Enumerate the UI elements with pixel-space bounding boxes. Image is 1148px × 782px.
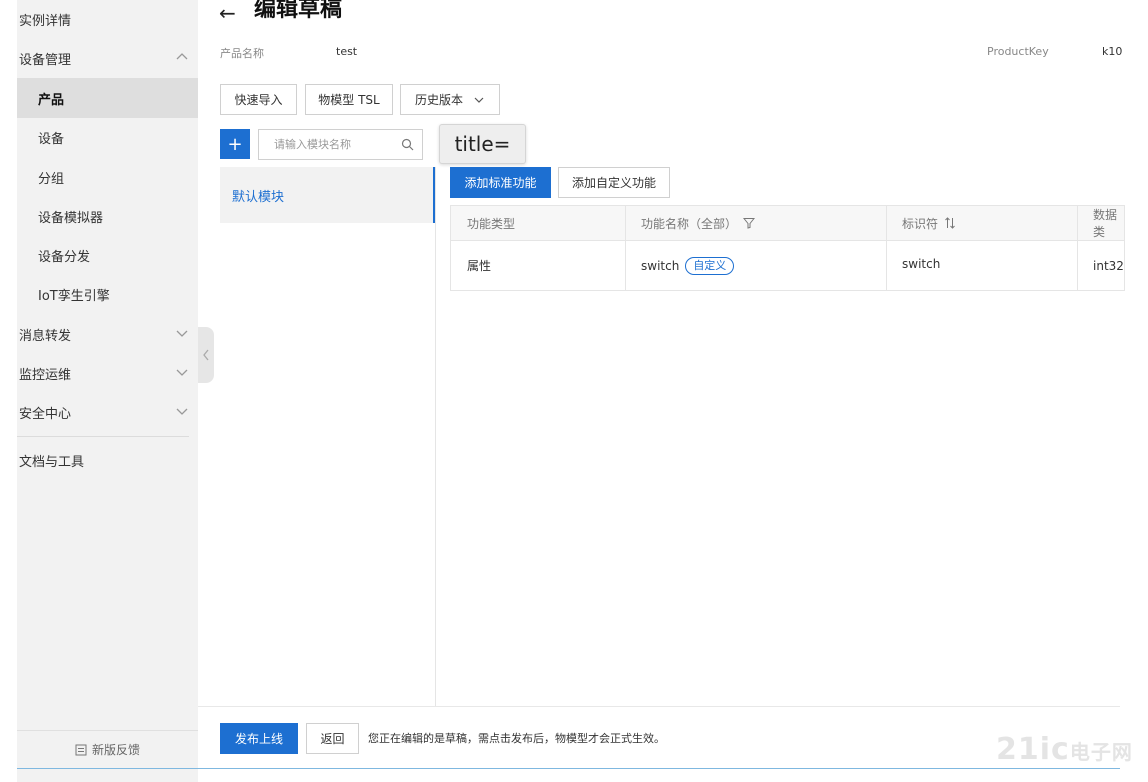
cell-function-name-text: switch [641,258,680,273]
add-standard-function-button[interactable]: 添加标准功能 [450,167,551,198]
sidebar-item-iot-twin-engine[interactable]: IoT孪生引擎 [17,274,198,314]
column-separator [625,206,626,240]
sidebar-item-label: 设备模拟器 [38,210,104,226]
chevron-down-icon [176,369,188,376]
cell-data-type: int32 [1093,258,1124,273]
feedback-link[interactable]: 新版反馈 [17,730,198,768]
chevron-left-icon [203,349,209,361]
sidebar-item-device-distribution[interactable]: 设备分发 [17,235,198,275]
publish-button[interactable]: 发布上线 [220,723,298,754]
page-title: 编辑草稿 [254,0,343,22]
sidebar-item-label: 分组 [38,171,65,187]
chevron-up-icon [176,53,188,60]
column-separator [625,241,626,290]
product-name-value: test [336,45,358,58]
cell-function-type: 属性 [467,259,492,273]
sidebar-item-docs-tools[interactable]: 文档与工具 [17,440,198,480]
return-button[interactable]: 返回 [306,723,359,754]
sidebar-group-monitoring-ops[interactable]: 监控运维 [17,353,198,393]
column-separator [886,241,887,290]
footer-divider [198,706,1120,707]
history-version-label: 历史版本 [414,93,463,107]
feedback-label: 新版反馈 [91,743,140,757]
table-row[interactable]: 属性 switch 自定义 switch int32 [450,241,1125,291]
sidebar-item-label: 设备分发 [38,249,91,265]
watermark-logo: 21ic电子网 [996,732,1133,767]
watermark-sub: 电子网 [1069,740,1133,764]
sidebar-item-device[interactable]: 设备 [17,117,198,157]
header-function-type: 功能类型 [467,216,516,231]
column-separator [1077,206,1078,240]
quick-import-button[interactable]: 快速导入 [220,84,297,115]
panel-divider [435,167,436,707]
chevron-down-icon [474,97,484,103]
sidebar-group-label: 监控运维 [19,367,72,383]
watermark-main: 21ic [996,732,1070,767]
sidebar-item-label: 产品 [38,92,65,108]
sort-icon[interactable] [944,217,956,229]
column-separator [886,206,887,240]
product-name-label: 产品名称 [220,47,264,60]
sidebar-item-product[interactable]: 产品 [17,78,198,118]
sidebar-item-label: 实例详情 [19,13,72,29]
sidebar-item-instance-details[interactable]: 实例详情 [17,0,198,38]
product-key-label: ProductKey [987,45,1049,58]
sidebar-group-label: 安全中心 [19,406,72,422]
search-icon[interactable] [401,138,414,151]
sidebar-item-group[interactable]: 分组 [17,157,198,197]
sidebar-collapse-handle[interactable] [198,327,214,383]
header-identifier-label: 标识符 [902,216,939,231]
sidebar-group-device-management[interactable]: 设备管理 [17,38,198,78]
header-data-type: 数据类 [1093,208,1118,239]
module-item-label: 默认模块 [232,189,285,205]
sidebar-group-message-forwarding[interactable]: 消息转发 [17,314,198,354]
bottom-rule [17,768,1120,769]
cell-function-name: switch 自定义 [641,241,735,290]
column-separator [1077,241,1078,290]
sidebar-group-label: 消息转发 [19,328,72,344]
sidebar: 实例详情 设备管理 产品 设备 分组 设备模拟器 设备分发 IoT孪生引擎 消息… [17,0,198,782]
header-function-name[interactable]: 功能名称（全部） [641,206,756,240]
feedback-icon [75,744,87,755]
sidebar-item-label: IoT孪生引擎 [38,288,110,304]
chevron-down-icon [176,330,188,337]
sidebar-item-device-simulator[interactable]: 设备模拟器 [17,196,198,236]
sidebar-item-label: 设备 [38,131,65,147]
cell-identifier: switch [902,257,941,271]
sidebar-item-label: 文档与工具 [19,454,85,470]
chevron-down-icon [176,408,188,415]
header-function-name-label: 功能名称（全部） [641,216,738,231]
table-header-row: 功能类型 功能名称（全部） 标识符 数据类 [450,205,1125,241]
draft-notice: 您正在编辑的是草稿，需点击发布后，物模型才会正式生效。 [368,732,665,745]
tsl-button[interactable]: 物模型 TSL [305,84,393,115]
add-module-button[interactable]: + [220,129,250,159]
tooltip: title= [439,124,526,164]
back-arrow-icon[interactable]: ← [219,2,236,24]
sidebar-group-label: 设备管理 [19,52,72,68]
add-custom-function-button[interactable]: 添加自定义功能 [558,167,670,198]
header-identifier[interactable]: 标识符 [902,206,956,240]
module-search-input[interactable] [259,130,389,159]
product-key-value: k10 [1102,45,1123,58]
sidebar-group-security-center[interactable]: 安全中心 [17,392,198,432]
history-version-dropdown[interactable]: 历史版本 [400,84,500,115]
module-search-box [258,129,423,160]
filter-icon[interactable] [743,217,756,229]
module-item-default[interactable]: 默认模块 [220,167,435,223]
sidebar-divider [17,436,189,437]
custom-tag-badge: 自定义 [685,256,735,275]
